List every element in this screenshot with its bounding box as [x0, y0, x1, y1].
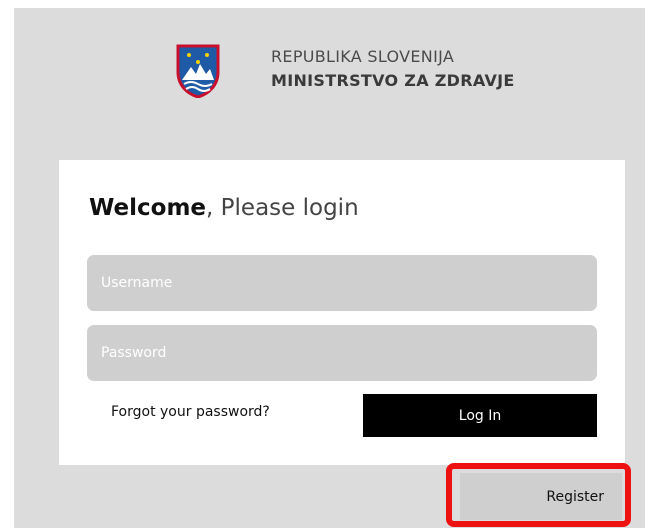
login-button[interactable]: Log In: [363, 394, 597, 437]
username-input[interactable]: [87, 255, 597, 311]
login-title-welcome: Welcome: [89, 195, 207, 221]
ministry-header: REPUBLIKA SLOVENIJA MINISTRSTVO ZA ZDRAV…: [174, 38, 574, 108]
ministry-name: MINISTRSTVO ZA ZDRAVJE: [271, 71, 515, 90]
slovenia-coat-of-arms-icon: [176, 44, 220, 98]
login-title-prompt: , Please login: [206, 195, 359, 221]
republic-name: REPUBLIKA SLOVENIJA: [271, 47, 455, 66]
register-button[interactable]: Register: [460, 473, 622, 520]
login-title: Welcome, Please login: [89, 195, 359, 221]
login-card: Welcome, Please login Forgot your passwo…: [59, 160, 625, 465]
forgot-password-link[interactable]: Forgot your password?: [111, 404, 270, 420]
password-input[interactable]: [87, 325, 597, 381]
